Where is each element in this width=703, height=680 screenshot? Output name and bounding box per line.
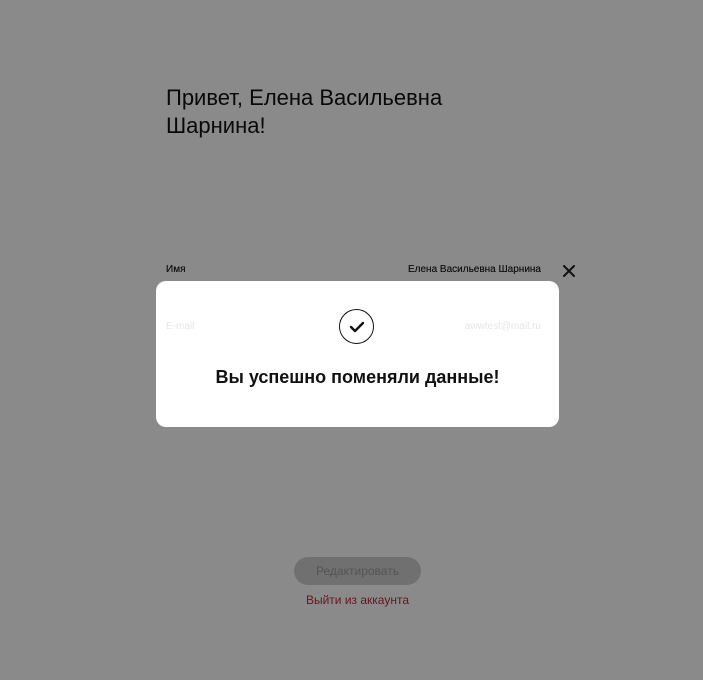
email-value: awwtest@mail.ru <box>464 321 541 332</box>
email-label: E-mail <box>166 321 195 332</box>
check-icon <box>339 309 374 344</box>
success-modal: E-mail awwtest@mail.ru Вы успешно поменя… <box>156 281 559 427</box>
success-message: Вы успешно поменяли данные! <box>215 367 500 387</box>
close-button[interactable] <box>560 262 578 280</box>
name-label-visible: Имя <box>166 264 186 275</box>
close-icon <box>563 265 575 277</box>
name-value-visible: Елена Васильевна Шарнина <box>407 264 541 275</box>
